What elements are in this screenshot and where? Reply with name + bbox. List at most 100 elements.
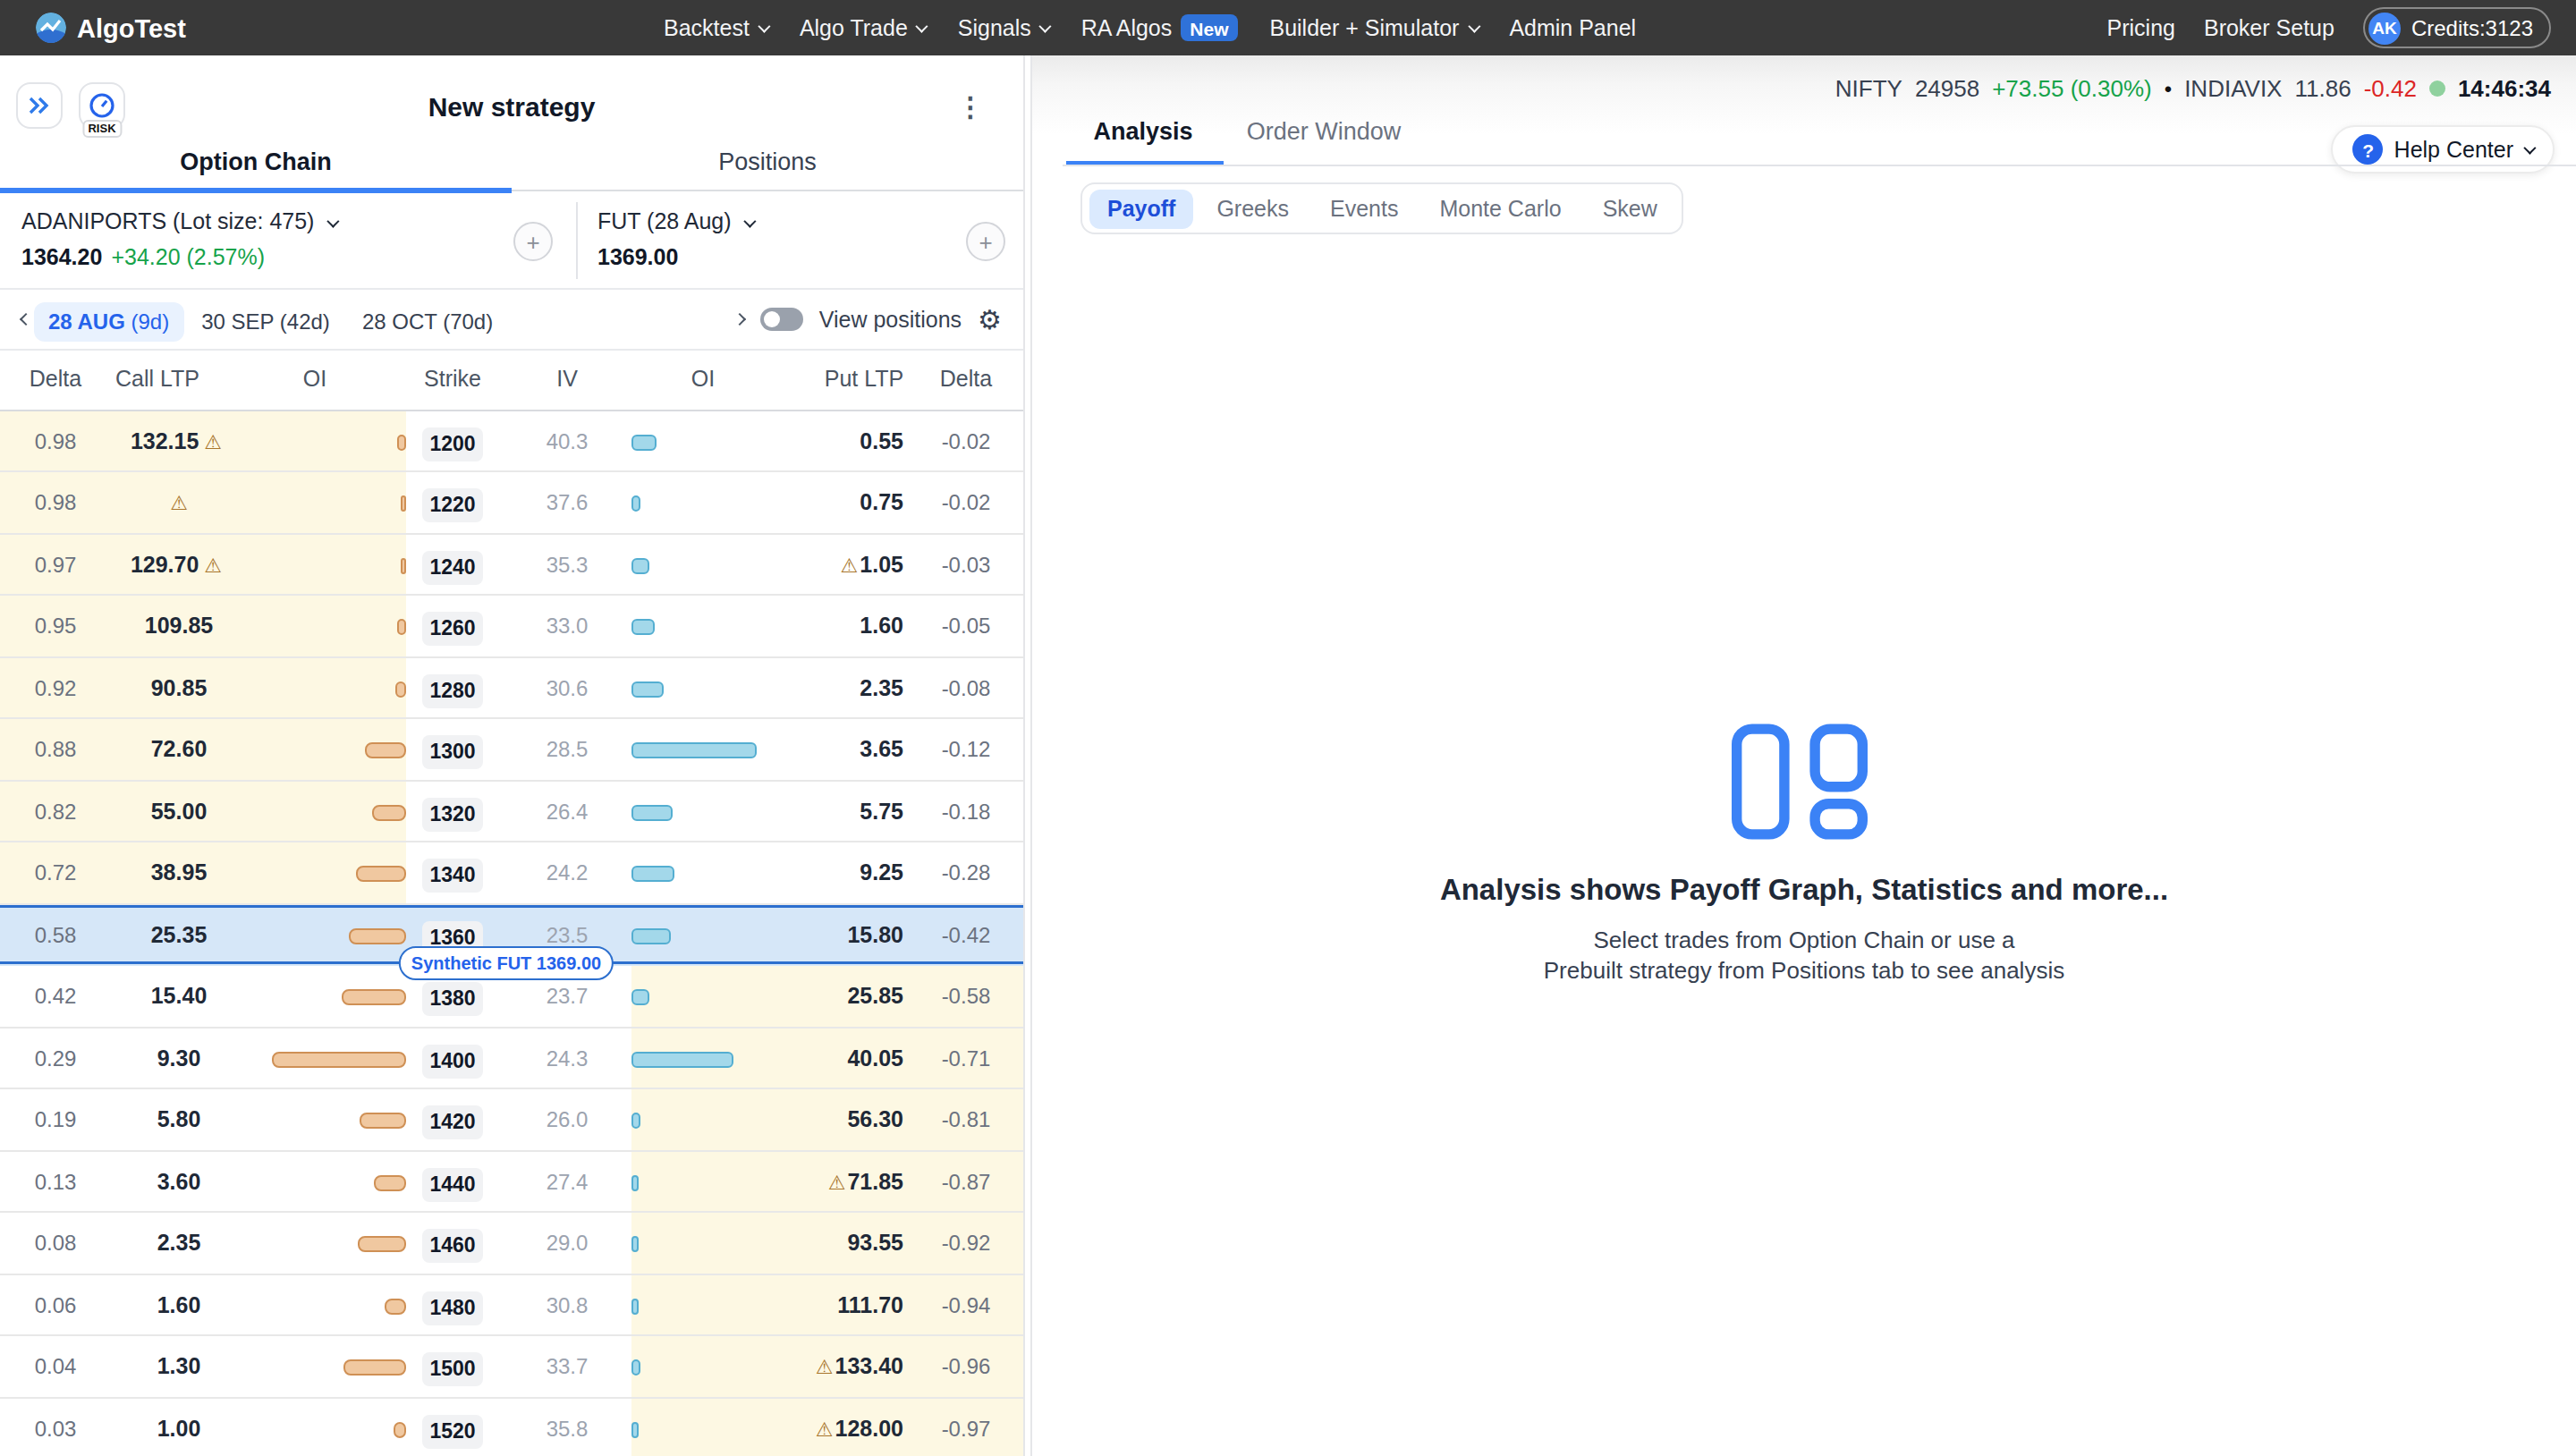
call-ltp[interactable]: 1.60⚠ bbox=[93, 1274, 265, 1336]
call-ltp[interactable]: 129.70⚠ bbox=[93, 534, 265, 596]
put-ltp[interactable]: ⚠9.25 bbox=[739, 842, 903, 904]
option-chain-row[interactable]: 0.92 90.85⚠ 1280 30.6 ⚠2.35 -0.08 bbox=[0, 657, 1023, 719]
put-ltp[interactable]: ⚠1.60 bbox=[739, 596, 903, 657]
option-chain-row[interactable]: 0.08 2.35⚠ 1460 29.0 ⚠93.55 -0.92 bbox=[0, 1213, 1023, 1274]
nav-ra-algos[interactable]: RA AlgosNew bbox=[1081, 14, 1238, 41]
nav-algo-trade[interactable]: Algo Trade bbox=[800, 15, 926, 40]
call-delta: 0.82 bbox=[14, 781, 97, 842]
call-ltp[interactable]: 90.85⚠ bbox=[93, 657, 265, 719]
call-delta: 0.06 bbox=[14, 1274, 97, 1336]
call-ltp[interactable]: 72.60⚠ bbox=[93, 719, 265, 781]
strike-cell: 1300 bbox=[410, 719, 496, 781]
put-ltp[interactable]: ⚠5.75 bbox=[739, 781, 903, 842]
put-ltp[interactable]: ⚠128.00 bbox=[739, 1398, 903, 1456]
nav-broker-setup[interactable]: Broker Setup bbox=[2204, 15, 2334, 40]
call-ltp[interactable]: 3.60⚠ bbox=[93, 1151, 265, 1213]
option-chain-row[interactable]: 0.29 9.30⚠ 1400 24.3 ⚠40.05 -0.71 bbox=[0, 1028, 1023, 1089]
option-chain-row[interactable]: 0.98 132.15⚠ 1200 40.3 ⚠0.55 -0.02 bbox=[0, 411, 1023, 472]
nav-backtest[interactable]: Backtest bbox=[664, 15, 767, 40]
put-oi-bar bbox=[631, 434, 657, 450]
nav-pricing[interactable]: Pricing bbox=[2107, 15, 2175, 40]
put-ltp[interactable]: ⚠2.35 bbox=[739, 657, 903, 719]
settings-gear-icon[interactable]: ⚙ bbox=[978, 303, 1002, 335]
put-oi-bar bbox=[631, 742, 757, 758]
put-ltp[interactable]: ⚠15.80 bbox=[739, 904, 903, 966]
tab-option-chain[interactable]: Option Chain bbox=[0, 140, 512, 191]
put-ltp[interactable]: ⚠56.30 bbox=[739, 1089, 903, 1151]
option-chain-row[interactable]: 0.04 1.30⚠ 1500 33.7 ⚠133.40 -0.96 bbox=[0, 1336, 1023, 1398]
put-ltp[interactable]: ⚠71.85 bbox=[739, 1151, 903, 1213]
avatar[interactable]: AK bbox=[2368, 12, 2401, 44]
call-ltp[interactable]: ⚠ bbox=[93, 472, 265, 534]
prev-expiry-icon[interactable] bbox=[20, 313, 32, 326]
iv: 35.8 bbox=[524, 1398, 610, 1456]
strike: 1460 bbox=[422, 1229, 482, 1263]
put-ltp[interactable]: ⚠0.75 bbox=[739, 472, 903, 534]
call-delta: 0.13 bbox=[14, 1151, 97, 1213]
option-chain-row[interactable]: 0.98 ⚠ 1220 37.6 ⚠0.75 -0.02 bbox=[0, 472, 1023, 534]
option-chain-row[interactable]: 0.06 1.60⚠ 1480 30.8 ⚠111.70 -0.94 bbox=[0, 1274, 1023, 1336]
call-ltp[interactable]: 2.35⚠ bbox=[93, 1213, 265, 1274]
call-ltp[interactable]: 132.15⚠ bbox=[93, 411, 265, 472]
strike-cell: 1340 bbox=[410, 842, 496, 904]
expiry-28-aug[interactable]: 28 AUG (9d) bbox=[34, 301, 183, 341]
call-ltp[interactable]: 55.00⚠ bbox=[93, 781, 265, 842]
underlying-selector[interactable]: ADANIPORTS (Lot size: 475) bbox=[21, 209, 335, 234]
tab-positions[interactable]: Positions bbox=[512, 140, 1023, 191]
warning-icon: ⚠ bbox=[204, 554, 222, 575]
strike: 1380 bbox=[422, 982, 482, 1016]
call-ltp[interactable]: 25.35⚠ bbox=[93, 904, 265, 966]
option-chain-row[interactable]: 0.95 109.85⚠ 1260 33.0 ⚠1.60 -0.05 bbox=[0, 596, 1023, 657]
option-chain-row[interactable]: 0.88 72.60⚠ 1300 28.5 ⚠3.65 -0.12 bbox=[0, 719, 1023, 781]
nav-builder-simulator[interactable]: Builder + Simulator bbox=[1269, 15, 1477, 40]
strike: 1340 bbox=[422, 859, 482, 893]
future-selector[interactable]: FUT (28 Aug) bbox=[597, 209, 753, 234]
kebab-menu-icon[interactable]: ⋮ bbox=[957, 91, 984, 123]
call-ltp[interactable]: 109.85⚠ bbox=[93, 596, 265, 657]
view-positions-toggle[interactable] bbox=[760, 308, 803, 331]
call-ltp[interactable]: 38.95⚠ bbox=[93, 842, 265, 904]
call-ltp[interactable]: 5.80⚠ bbox=[93, 1089, 265, 1151]
strike-cell: 1400 bbox=[410, 1028, 496, 1089]
put-oi-bar bbox=[631, 557, 649, 573]
call-delta: 0.19 bbox=[14, 1089, 97, 1151]
put-ltp[interactable]: ⚠0.55 bbox=[739, 411, 903, 472]
put-ltp[interactable]: ⚠40.05 bbox=[739, 1028, 903, 1089]
nav-admin-panel[interactable]: Admin Panel bbox=[1509, 15, 1636, 40]
put-delta: -0.42 bbox=[921, 904, 1011, 966]
put-ltp[interactable]: ⚠3.65 bbox=[739, 719, 903, 781]
put-delta: -0.71 bbox=[921, 1028, 1011, 1089]
col-oi-5: OI bbox=[691, 367, 715, 392]
brand[interactable]: AlgoTest bbox=[36, 0, 186, 55]
put-ltp[interactable]: ⚠25.85 bbox=[739, 966, 903, 1028]
option-chain-row[interactable]: 0.03 1.00⚠ 1520 35.8 ⚠128.00 -0.97 bbox=[0, 1398, 1023, 1456]
expiry-30-sep[interactable]: 30 SEP (42d) bbox=[201, 309, 330, 334]
option-chain-row[interactable]: 0.19 5.80⚠ 1420 26.0 ⚠56.30 -0.81 bbox=[0, 1089, 1023, 1151]
add-future-button[interactable]: + bbox=[966, 222, 1005, 261]
nav-signals[interactable]: Signals bbox=[958, 15, 1049, 40]
chevron-down-icon bbox=[326, 215, 339, 227]
option-chain-row[interactable]: 0.72 38.95⚠ 1340 24.2 ⚠9.25 -0.28 bbox=[0, 842, 1023, 904]
call-delta: 0.42 bbox=[14, 966, 97, 1028]
put-ltp[interactable]: ⚠1.05 bbox=[739, 534, 903, 596]
put-delta: -0.81 bbox=[921, 1089, 1011, 1151]
put-ltp[interactable]: ⚠133.40 bbox=[739, 1336, 903, 1398]
put-delta: -0.05 bbox=[921, 596, 1011, 657]
put-ltp[interactable]: ⚠93.55 bbox=[739, 1213, 903, 1274]
option-chain-row[interactable]: 0.82 55.00⚠ 1320 26.4 ⚠5.75 -0.18 bbox=[0, 781, 1023, 842]
call-oi-bar bbox=[342, 989, 406, 1005]
call-ltp[interactable]: 9.30⚠ bbox=[93, 1028, 265, 1089]
call-ltp[interactable]: 1.30⚠ bbox=[93, 1336, 265, 1398]
put-delta: -0.08 bbox=[921, 657, 1011, 719]
next-expiry-icon[interactable] bbox=[733, 313, 746, 326]
warning-icon: ⚠ bbox=[816, 1418, 834, 1439]
call-ltp[interactable]: 15.40⚠ bbox=[93, 966, 265, 1028]
call-ltp[interactable]: 1.00⚠ bbox=[93, 1398, 265, 1456]
add-underlying-button[interactable]: + bbox=[513, 222, 553, 261]
put-ltp[interactable]: ⚠111.70 bbox=[739, 1274, 903, 1336]
option-chain-row[interactable]: 0.13 3.60⚠ 1440 27.4 ⚠71.85 -0.87 bbox=[0, 1151, 1023, 1213]
empty-title: Analysis shows Payoff Graph, Statistics … bbox=[1032, 873, 2576, 907]
credits-pill[interactable]: AK Credits:3123 bbox=[2363, 7, 2551, 48]
expiry-28-oct[interactable]: 28 OCT (70d) bbox=[362, 309, 493, 334]
option-chain-row[interactable]: 0.97 129.70⚠ 1240 35.3 ⚠1.05 -0.03 bbox=[0, 534, 1023, 596]
